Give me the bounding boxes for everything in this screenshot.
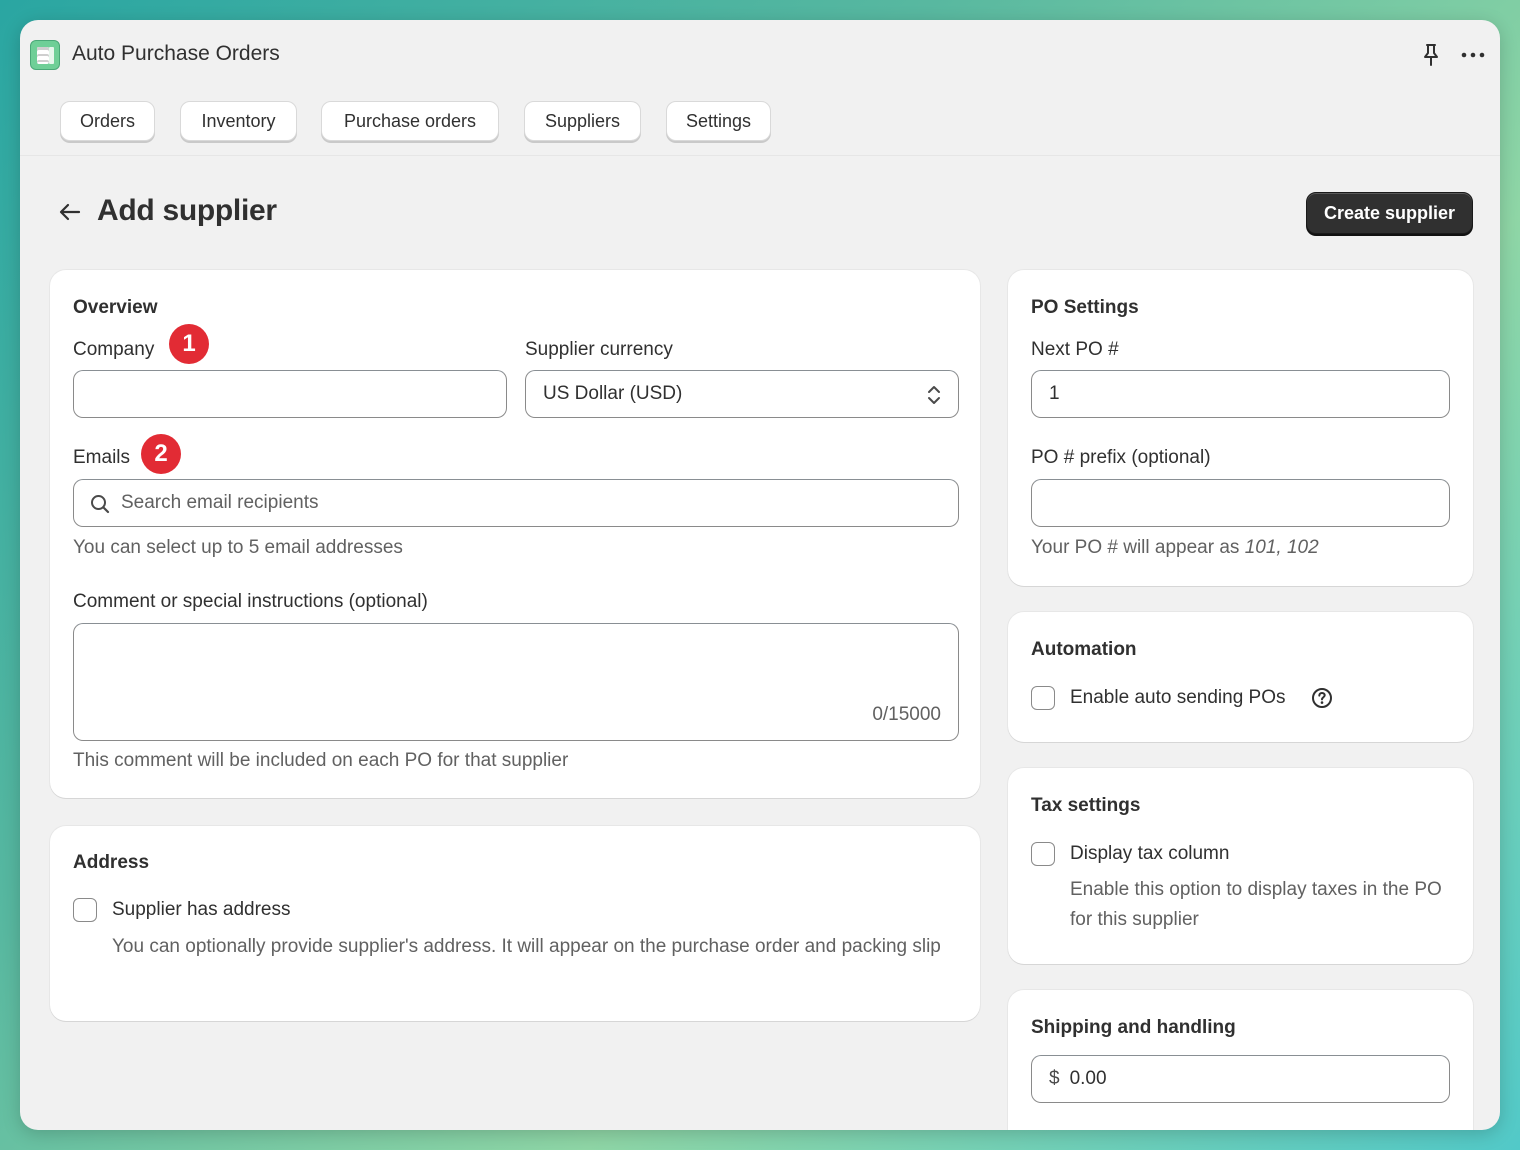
emails-help-text: You can select up to 5 email addresses [73, 537, 403, 558]
automation-card: Automation Enable auto sending POs [1008, 612, 1473, 742]
comment-help-text: This comment will be included on each PO… [73, 750, 569, 771]
display-tax-column-label: Display tax column [1070, 843, 1230, 864]
supplier-currency-label: Supplier currency [525, 339, 673, 360]
auto-send-po-label: Enable auto sending POs [1070, 687, 1286, 708]
tab-settings[interactable]: Settings [666, 101, 771, 141]
app-title: Auto Purchase Orders [72, 42, 280, 65]
more-horizontal-icon[interactable] [1460, 46, 1486, 64]
po-format-example: 101, 102 [1244, 537, 1319, 558]
shipping-amount-value: 0.00 [1069, 1068, 1107, 1089]
supplier-currency-select[interactable]: US Dollar (USD) [525, 370, 959, 418]
shipping-handling-card: Shipping and handling $ 0.00 [1008, 990, 1473, 1130]
next-po-input[interactable]: 1 [1031, 370, 1450, 418]
address-card: Address Supplier has address You can opt… [50, 826, 980, 1021]
supplier-has-address-checkbox[interactable] [73, 898, 97, 922]
page-header: Add supplier Create supplier [20, 180, 1500, 244]
comment-textarea[interactable]: 0/15000 [73, 623, 959, 741]
po-settings-title: PO Settings [1031, 297, 1139, 318]
annotation-badge: 1 [169, 324, 209, 364]
next-po-label: Next PO # [1031, 339, 1119, 360]
supplier-has-address-label: Supplier has address [112, 899, 291, 920]
company-input[interactable] [73, 370, 507, 418]
automation-title: Automation [1031, 639, 1137, 660]
purchase-orders-app-icon [30, 40, 60, 70]
supplier-currency-value: US Dollar (USD) [543, 383, 683, 404]
po-settings-card: PO Settings Next PO # 1 PO # prefix (opt… [1008, 270, 1473, 586]
nav-bar: Orders Inventory Purchase orders Supplie… [20, 90, 1500, 156]
tax-settings-card: Tax settings Display tax column Enable t… [1008, 768, 1473, 964]
search-icon [91, 495, 110, 514]
shipping-amount-input[interactable]: $ 0.00 [1031, 1055, 1450, 1103]
tab-purchase-orders[interactable]: Purchase orders [321, 101, 499, 141]
emails-label: Emails [73, 447, 131, 468]
page-title: Add supplier [97, 194, 277, 227]
title-bar: Auto Purchase Orders [20, 20, 1500, 90]
po-prefix-input[interactable] [1031, 479, 1450, 527]
tax-settings-title: Tax settings [1031, 795, 1141, 816]
emails-search-placeholder: Search email recipients [121, 492, 319, 513]
shipping-handling-title: Shipping and handling [1031, 1017, 1236, 1038]
arrow-left-icon[interactable] [58, 200, 82, 224]
emails-search-input[interactable]: Search email recipients [73, 479, 959, 527]
address-help-text: You can optionally provide supplier's ad… [112, 936, 941, 957]
po-format-help-prefix: Your PO # will appear as [1031, 537, 1245, 558]
comment-label: Comment or special instructions (optiona… [73, 591, 428, 612]
display-tax-column-checkbox[interactable] [1031, 842, 1055, 866]
tab-inventory[interactable]: Inventory [180, 101, 297, 141]
company-label: Company [73, 339, 155, 360]
annotation-badge: 2 [141, 434, 181, 474]
question-circle-icon[interactable] [1311, 687, 1333, 709]
po-format-help-text: Your PO # will appear as 101, 102 [1031, 533, 1319, 563]
overview-card: Overview Company 1 Supplier currency US … [50, 270, 980, 798]
app-window: Auto Purchase Orders Orders Inventory Pu… [20, 20, 1500, 1130]
auto-send-po-checkbox[interactable] [1031, 686, 1055, 710]
currency-symbol: $ [1049, 1068, 1060, 1089]
tax-help-text: Enable this option to display taxes in t… [1070, 879, 1442, 930]
create-supplier-button[interactable]: Create supplier [1306, 192, 1473, 234]
address-title: Address [73, 852, 150, 873]
pin-icon[interactable] [1420, 42, 1442, 68]
chevron-up-down-icon [928, 386, 940, 404]
comment-character-counter: 0/15000 [872, 704, 941, 725]
tab-orders[interactable]: Orders [60, 101, 155, 141]
po-prefix-label: PO # prefix (optional) [1031, 447, 1211, 468]
tab-suppliers[interactable]: Suppliers [524, 101, 641, 141]
overview-title: Overview [73, 297, 158, 318]
